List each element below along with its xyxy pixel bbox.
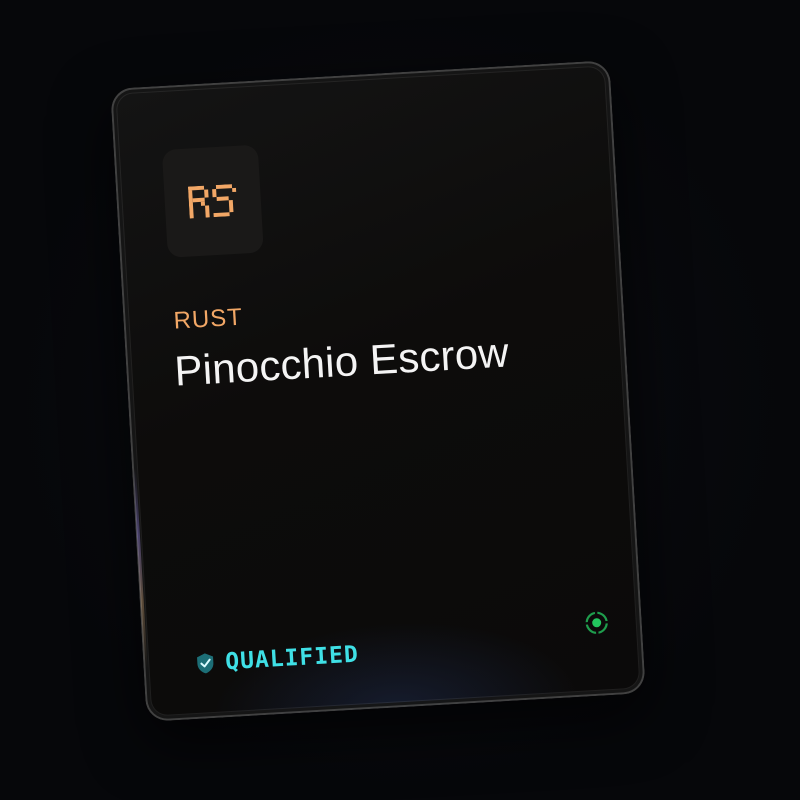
- category-label: RUST: [172, 303, 244, 335]
- status-label: QUALIFIED: [224, 641, 360, 676]
- logo-tile: [161, 144, 264, 258]
- card-title: Pinocchio Escrow: [173, 328, 510, 395]
- status-badge: QUALIFIED: [195, 642, 360, 677]
- target-icon: [583, 609, 610, 636]
- rust-logo-icon: [187, 184, 237, 219]
- stage: RUST Pinocchio Escrow QUALIFIED: [0, 0, 800, 800]
- challenge-card[interactable]: RUST Pinocchio Escrow QUALIFIED: [110, 60, 646, 722]
- check-shield-icon: [197, 653, 214, 674]
